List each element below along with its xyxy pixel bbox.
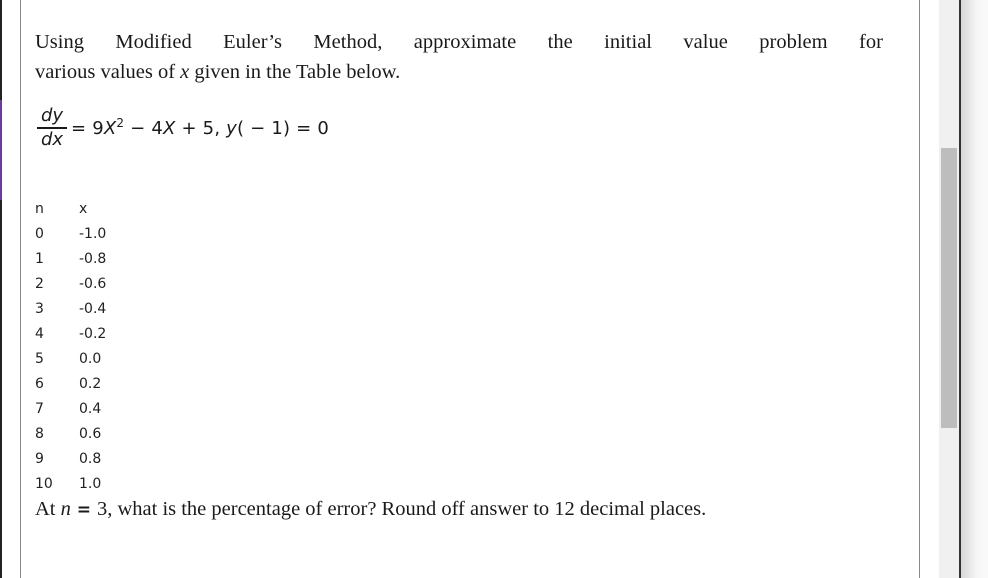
word: Euler’s — [223, 31, 282, 53]
text: 3, what is the percentage of error? Roun… — [96, 498, 707, 520]
table-row: 10 1.0 — [35, 472, 139, 497]
cell-x: 0.0 — [79, 351, 102, 367]
cell-n: 7 — [35, 401, 44, 417]
cell-x: 0.4 — [79, 401, 102, 417]
cell-x: 1.0 — [79, 476, 102, 492]
text: − 4 — [124, 118, 164, 140]
word: problem — [759, 31, 828, 53]
question-panel: Using Modified Euler’s Method, approxima… — [20, 0, 920, 578]
word: value — [683, 31, 728, 53]
table-row: 9 0.8 — [35, 447, 139, 472]
equals-sign: = — [70, 500, 97, 520]
variable: X — [103, 118, 117, 140]
cell-n: 6 — [35, 376, 44, 392]
fraction-numerator: dy — [40, 105, 64, 126]
text: various values of — [35, 61, 181, 83]
equation-rhs: = 9X2 − 4X + 5, y( − 1) = 0 — [71, 116, 329, 139]
derivative-fraction: dy dx — [37, 106, 67, 150]
cell-x: -0.2 — [79, 326, 107, 342]
table-row: 3 -0.4 — [35, 297, 139, 322]
cell-x: -1.0 — [79, 226, 107, 242]
cell-n: 2 — [35, 276, 44, 292]
vertical-scrollbar[interactable] — [939, 0, 959, 578]
cell-n: 9 — [35, 451, 44, 467]
cell-n: 3 — [35, 301, 44, 317]
cell-x: -0.4 — [79, 301, 107, 317]
table-row: 0 -1.0 — [35, 222, 139, 247]
cell-n: 10 — [35, 476, 53, 492]
window-left-edge — [0, 0, 2, 578]
problem-statement: Using Modified Euler’s Method, approxima… — [35, 27, 883, 87]
text: ( − 1) = 0 — [237, 118, 330, 140]
word: for — [859, 31, 883, 53]
word: Method, — [313, 31, 383, 53]
text: = 9 — [71, 118, 104, 140]
word: Modified — [115, 31, 192, 53]
table-row: 5 0.0 — [35, 347, 139, 372]
word: initial — [604, 31, 652, 53]
cell-x: 0.2 — [79, 376, 102, 392]
table-row: 4 -0.2 — [35, 322, 139, 347]
cell-n: 5 — [35, 351, 44, 367]
text: + 5, — [175, 118, 227, 140]
cell-x: 0.6 — [79, 426, 102, 442]
variable-n: n — [60, 498, 71, 520]
word: the — [547, 31, 573, 53]
window-shadow — [961, 0, 988, 578]
problem-statement-line-1: Using Modified Euler’s Method, approxima… — [35, 27, 883, 57]
word: Using — [35, 31, 84, 53]
variable: y — [226, 118, 238, 140]
table-header-row: n x — [35, 197, 139, 222]
scrollbar-thumb[interactable] — [941, 148, 957, 428]
header-x: x — [79, 201, 88, 217]
table-row: 6 0.2 — [35, 372, 139, 397]
table-row: 2 -0.6 — [35, 272, 139, 297]
differential-equation: dy dx = 9X2 − 4X + 5, y( − 1) = 0 — [37, 106, 329, 150]
word: approximate — [413, 31, 517, 53]
cell-x: -0.8 — [79, 251, 107, 267]
text: given in the Table below. — [189, 61, 401, 83]
question-text: At n = 3, what is the percentage of erro… — [35, 495, 706, 524]
values-table: n x 0 -1.0 1 -0.8 2 -0.6 3 -0.4 4 -0.2 5 0.0 6… — [35, 197, 139, 497]
table-row: 1 -0.8 — [35, 247, 139, 272]
cell-n: 0 — [35, 226, 44, 242]
cell-x: 0.8 — [79, 451, 102, 467]
text: At — [35, 498, 61, 520]
cell-n: 4 — [35, 326, 44, 342]
cell-n: 8 — [35, 426, 44, 442]
cell-n: 1 — [35, 251, 44, 267]
variable-x: x — [180, 61, 190, 83]
variable: X — [163, 118, 176, 140]
cell-x: -0.6 — [79, 276, 107, 292]
fraction-denominator: dx — [40, 128, 64, 150]
table-row: 8 0.6 — [35, 422, 139, 447]
header-n: n — [35, 201, 44, 217]
table-row: 7 0.4 — [35, 397, 139, 422]
problem-statement-line-2: various values of x given in the Table b… — [35, 57, 883, 87]
window-accent-bar — [0, 100, 2, 200]
